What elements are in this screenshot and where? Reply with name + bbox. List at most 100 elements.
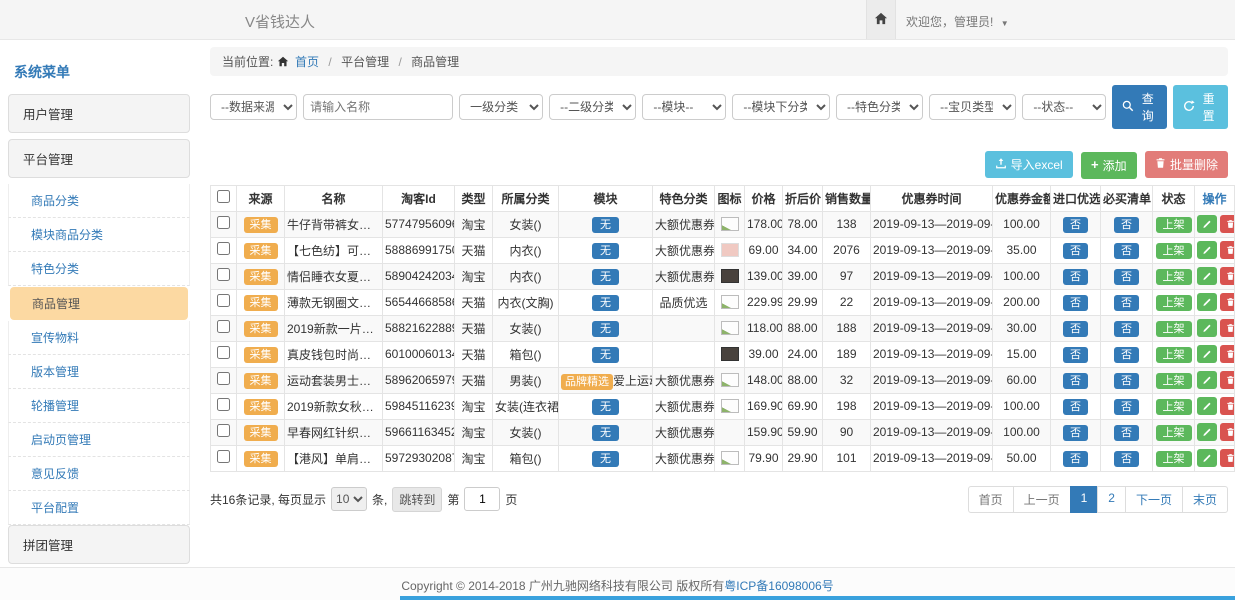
import-select-toggle[interactable]: 否 — [1063, 347, 1088, 363]
edit-button[interactable] — [1197, 215, 1217, 233]
status-button[interactable]: 上架 — [1156, 295, 1192, 311]
delete-button[interactable] — [1220, 241, 1235, 259]
filter-select[interactable]: 一级分类 — [459, 94, 543, 120]
batch-delete-button[interactable]: 批量删除 — [1145, 151, 1228, 178]
edit-button[interactable] — [1197, 371, 1217, 389]
icp-link[interactable]: 粤ICP备16098006号 — [724, 579, 833, 593]
delete-button[interactable] — [1220, 345, 1235, 363]
must-buy-toggle[interactable]: 否 — [1114, 347, 1139, 363]
sidebar-item[interactable]: 平台管理 — [8, 139, 190, 178]
edit-button[interactable] — [1197, 397, 1217, 415]
breadcrumb-home-link[interactable]: 首页 — [295, 55, 319, 69]
sidebar-item[interactable]: 模块商品分类 — [8, 218, 190, 252]
edit-button[interactable] — [1197, 267, 1217, 285]
import-select-toggle[interactable]: 否 — [1063, 451, 1088, 467]
must-buy-toggle[interactable]: 否 — [1114, 217, 1139, 233]
home-button[interactable] — [866, 0, 896, 39]
sidebar-item[interactable]: 用户管理 — [8, 94, 190, 133]
sidebar-item[interactable]: 特色分类 — [8, 252, 190, 286]
row-checkbox[interactable] — [217, 372, 230, 385]
import-select-toggle[interactable]: 否 — [1063, 321, 1088, 337]
edit-button[interactable] — [1197, 345, 1217, 363]
status-button[interactable]: 上架 — [1156, 347, 1192, 363]
row-checkbox[interactable] — [217, 216, 230, 229]
sidebar-item[interactable]: 启动页管理 — [8, 423, 190, 457]
must-buy-toggle[interactable]: 否 — [1114, 451, 1139, 467]
status-button[interactable]: 上架 — [1156, 451, 1192, 467]
status-button[interactable]: 上架 — [1156, 321, 1192, 337]
row-checkbox[interactable] — [217, 320, 230, 333]
row-checkbox[interactable] — [217, 242, 230, 255]
import-select-toggle[interactable]: 否 — [1063, 399, 1088, 415]
add-button[interactable]: + 添加 — [1081, 152, 1137, 179]
sidebar-item[interactable]: 拼团管理 — [8, 525, 190, 564]
import-select-toggle[interactable]: 否 — [1063, 425, 1088, 441]
delete-button[interactable] — [1220, 215, 1235, 233]
must-buy-toggle[interactable]: 否 — [1114, 373, 1139, 389]
sidebar-item[interactable]: 商品分类 — [8, 184, 190, 218]
sidebar-item[interactable]: 版本管理 — [8, 355, 190, 389]
import-select-toggle[interactable]: 否 — [1063, 243, 1088, 259]
row-checkbox[interactable] — [217, 294, 230, 307]
must-buy-toggle[interactable]: 否 — [1114, 321, 1139, 337]
status-button[interactable]: 上架 — [1156, 399, 1192, 415]
filter-select[interactable]: --二级分类-- — [549, 94, 636, 120]
sidebar-item[interactable]: 商品管理 — [10, 287, 188, 320]
row-checkbox[interactable] — [217, 268, 230, 281]
sidebar-item[interactable]: 平台配置 — [8, 491, 190, 525]
delete-button[interactable] — [1220, 319, 1235, 337]
delete-button[interactable] — [1220, 449, 1235, 467]
import-select-toggle[interactable]: 否 — [1063, 217, 1088, 233]
edit-button[interactable] — [1197, 293, 1217, 311]
filter-select[interactable]: --宝贝类型-- — [929, 94, 1016, 120]
edit-button[interactable] — [1197, 449, 1217, 467]
pager-button[interactable]: 2 — [1097, 486, 1126, 513]
filter-select[interactable]: --模块-- — [642, 94, 726, 120]
sidebar-item[interactable]: 宣传物料 — [8, 321, 190, 355]
row-checkbox[interactable] — [217, 398, 230, 411]
sidebar-item[interactable]: 轮播管理 — [8, 389, 190, 423]
status-button[interactable]: 上架 — [1156, 269, 1192, 285]
search-button[interactable]: 查询 — [1112, 85, 1167, 129]
status-button[interactable]: 上架 — [1156, 243, 1192, 259]
jump-to-button[interactable]: 跳转到 — [392, 487, 442, 512]
user-menu[interactable]: 欢迎您，管理员! ▼ — [906, 13, 1009, 30]
per-page-select[interactable]: 10 — [331, 487, 367, 511]
pager-button[interactable]: 末页 — [1182, 486, 1228, 513]
delete-button[interactable] — [1220, 267, 1235, 285]
name-search-input[interactable] — [303, 94, 453, 120]
delete-button[interactable] — [1220, 293, 1235, 311]
reset-button[interactable]: 重置 — [1173, 85, 1228, 129]
pager-button[interactable]: 上一页 — [1013, 486, 1071, 513]
import-select-toggle[interactable]: 否 — [1063, 373, 1088, 389]
page-number-input[interactable] — [464, 487, 500, 511]
filter-select[interactable]: --状态-- — [1022, 94, 1106, 120]
filter-select[interactable]: --模块下分类-- — [732, 94, 830, 120]
import-select-toggle[interactable]: 否 — [1063, 295, 1088, 311]
must-buy-toggle[interactable]: 否 — [1114, 425, 1139, 441]
edit-button[interactable] — [1197, 319, 1217, 337]
pager-button[interactable]: 1 — [1070, 486, 1099, 513]
must-buy-toggle[interactable]: 否 — [1114, 295, 1139, 311]
row-checkbox[interactable] — [217, 346, 230, 359]
status-button[interactable]: 上架 — [1156, 373, 1192, 389]
must-buy-toggle[interactable]: 否 — [1114, 243, 1139, 259]
sidebar-item[interactable]: 意见反馈 — [8, 457, 190, 491]
must-buy-toggle[interactable]: 否 — [1114, 399, 1139, 415]
delete-button[interactable] — [1220, 371, 1235, 389]
pager-button[interactable]: 首页 — [968, 486, 1014, 513]
row-checkbox[interactable] — [217, 450, 230, 463]
filter-select[interactable]: --特色分类-- — [836, 94, 923, 120]
row-checkbox[interactable] — [217, 424, 230, 437]
delete-button[interactable] — [1220, 423, 1235, 441]
pager-button[interactable]: 下一页 — [1125, 486, 1183, 513]
status-button[interactable]: 上架 — [1156, 217, 1192, 233]
edit-button[interactable] — [1197, 423, 1217, 441]
import-excel-button[interactable]: 导入excel — [985, 151, 1073, 178]
delete-button[interactable] — [1220, 397, 1235, 415]
import-select-toggle[interactable]: 否 — [1063, 269, 1088, 285]
status-button[interactable]: 上架 — [1156, 425, 1192, 441]
must-buy-toggle[interactable]: 否 — [1114, 269, 1139, 285]
data-source-select[interactable]: --数据来源-- — [210, 94, 297, 120]
select-all-checkbox[interactable] — [217, 190, 230, 203]
